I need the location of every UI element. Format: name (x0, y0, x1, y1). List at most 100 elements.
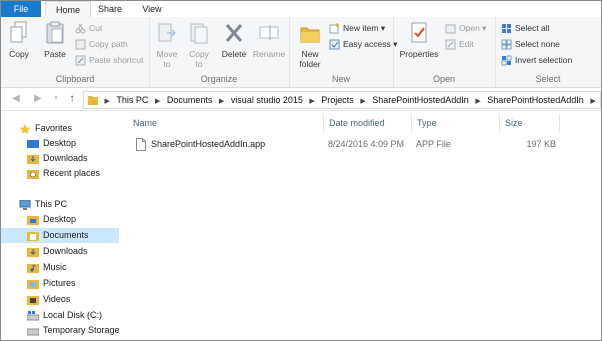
open-label: Open (459, 23, 480, 33)
select-all-button[interactable]: Select all (501, 21, 550, 35)
file-date: 8/24/2016 4:09 PM (328, 139, 405, 149)
navigation-pane: Favorites Desktop Downloads Recent place… (1, 111, 125, 340)
back-arrow-icon[interactable]: ◀ (9, 92, 23, 106)
open-group: Properties Open ▾ Edit Open (393, 17, 496, 87)
recent-locations-chevron-icon[interactable]: ▾ (51, 92, 61, 106)
delete-label: Delete (221, 49, 247, 59)
nav-local-disk-label: Local Disk (C:) (43, 310, 103, 320)
nav-pc-desktop[interactable]: Desktop (27, 212, 76, 227)
properties-label: Properties (399, 49, 439, 59)
breadcrumb-documents[interactable]: Documents (164, 92, 216, 108)
music-folder-icon (27, 263, 39, 273)
copy-path-button[interactable]: Copy path (75, 37, 128, 51)
nav-downloads[interactable]: Downloads (27, 151, 88, 166)
windows-drive-icon (27, 310, 39, 321)
recent-places-icon (27, 169, 39, 179)
column-header-date[interactable]: Date modified (324, 114, 412, 132)
new-item-icon (329, 23, 339, 34)
address-row: ◀ ▶ ▾ ↑ ▶ This PC ▶ Documents ▶ visual s… (1, 88, 601, 111)
nav-temporary-storage[interactable]: Temporary Storage ( (27, 323, 125, 338)
column-header-type[interactable]: Type (412, 114, 500, 132)
star-icon (19, 123, 31, 134)
paste-shortcut-button[interactable]: Paste shortcut (75, 53, 143, 67)
nav-pc-downloads[interactable]: Downloads (27, 244, 88, 259)
new-item-caret-icon: ▾ (380, 23, 386, 33)
drive-icon (27, 328, 39, 336)
new-item-button[interactable]: New item ▾ (329, 21, 385, 35)
ribbon-tabs: File Home Share View (1, 1, 601, 18)
tab-share[interactable]: Share (93, 1, 127, 17)
nav-local-disk[interactable]: Local Disk (C:) (27, 308, 102, 323)
nav-this-pc[interactable]: This PC (19, 197, 67, 212)
cut-button[interactable]: Cut (75, 21, 102, 35)
tab-view[interactable]: View (137, 1, 167, 17)
new-folder-button[interactable]: New folder (295, 21, 325, 69)
invert-selection-button[interactable]: Invert selection (501, 53, 572, 67)
move-to-button[interactable]: Move to (154, 21, 180, 69)
downloads-icon (27, 154, 39, 164)
nav-recent-places[interactable]: Recent places (27, 166, 100, 181)
breadcrumb-sharepointhostedaddin-2[interactable]: SharePointHostedAddIn (484, 92, 587, 108)
breadcrumb-visual-studio[interactable]: visual studio 2015 (228, 92, 306, 108)
forward-arrow-icon[interactable]: ▶ (31, 92, 45, 106)
select-none-button[interactable]: Select none (501, 37, 560, 51)
folder-icon (88, 96, 98, 105)
up-arrow-icon[interactable]: ↑ (65, 92, 79, 106)
explorer-window: File Home Share View Copy Paste Cut Copy… (0, 0, 602, 341)
nav-downloads-label: Downloads (43, 153, 88, 163)
copy-button[interactable]: Copy (7, 21, 31, 59)
properties-button[interactable]: Properties (397, 21, 441, 59)
clipboard-group-label: Clipboard (55, 74, 95, 84)
file-name: SharePointHostedAddIn.app (151, 139, 266, 149)
nav-favorites-label: Favorites (35, 123, 73, 133)
breadcrumb-projects[interactable]: Projects (318, 92, 357, 108)
new-item-label: New item (343, 23, 379, 33)
edit-icon (445, 39, 456, 50)
nav-pc-videos[interactable]: Videos (27, 292, 70, 307)
breadcrumb-sep-icon: ▶ (104, 98, 110, 105)
delete-button[interactable]: Delete (220, 21, 248, 59)
clipboard-group: Copy Paste Cut Copy path Paste shortcut … (1, 17, 150, 87)
organize-group-label: Organize (200, 74, 238, 84)
move-to-label-2: to (163, 59, 171, 69)
copy-to-label: Copy (189, 49, 209, 59)
new-folder-label: New (301, 49, 319, 59)
nav-pc-pictures[interactable]: Pictures (27, 276, 76, 291)
breadcrumb-bin[interactable]: bin (599, 92, 600, 108)
rename-icon (259, 25, 279, 40)
copy-icon (10, 21, 27, 43)
easy-access-button[interactable]: Easy access ▾ (329, 37, 397, 51)
move-to-label: Move (156, 49, 178, 59)
move-to-icon (158, 23, 176, 42)
copy-to-button[interactable]: Copy to (186, 21, 212, 69)
rename-label: Rename (252, 49, 286, 59)
address-bar[interactable]: ▶ This PC ▶ Documents ▶ visual studio 20… (83, 91, 601, 109)
file-type: APP File (416, 139, 451, 149)
paste-button[interactable]: Paste (41, 21, 69, 59)
nav-pc-music[interactable]: Music (27, 260, 67, 275)
column-header-size[interactable]: Size (500, 114, 560, 132)
copy-label: Copy (9, 49, 29, 59)
breadcrumb-sharepointhostedaddin-1[interactable]: SharePointHostedAddIn (369, 92, 472, 108)
new-group: New folder New item ▾ Easy access ▾ New (289, 17, 397, 87)
tab-file[interactable]: File (1, 1, 41, 17)
breadcrumb-this-pc[interactable]: This PC (113, 92, 151, 108)
breadcrumb-sep-icon: ▶ (154, 98, 161, 105)
computer-icon (19, 199, 31, 210)
cut-label: Cut (89, 23, 103, 33)
easy-access-label: Easy access (343, 39, 391, 49)
rename-button[interactable]: Rename (252, 21, 286, 59)
organize-group: Move to Copy to Delete Rename Organize (149, 17, 290, 87)
tab-home[interactable]: Home (45, 1, 91, 18)
open-icon (445, 24, 456, 34)
nav-temp-storage-label: Temporary Storage ( (43, 325, 126, 335)
delete-x-icon (225, 24, 243, 42)
table-row[interactable]: SharePointHostedAddIn.app 8/24/2016 4:09… (128, 136, 560, 152)
edit-button[interactable]: Edit (445, 37, 474, 51)
column-header-name[interactable]: Name (128, 114, 324, 132)
nav-pc-documents[interactable]: Documents (1, 228, 119, 243)
nav-favorites[interactable]: Favorites (19, 121, 72, 136)
nav-desktop[interactable]: Desktop (27, 136, 76, 151)
open-button[interactable]: Open ▾ (445, 21, 486, 35)
copy-path-icon (75, 39, 86, 50)
